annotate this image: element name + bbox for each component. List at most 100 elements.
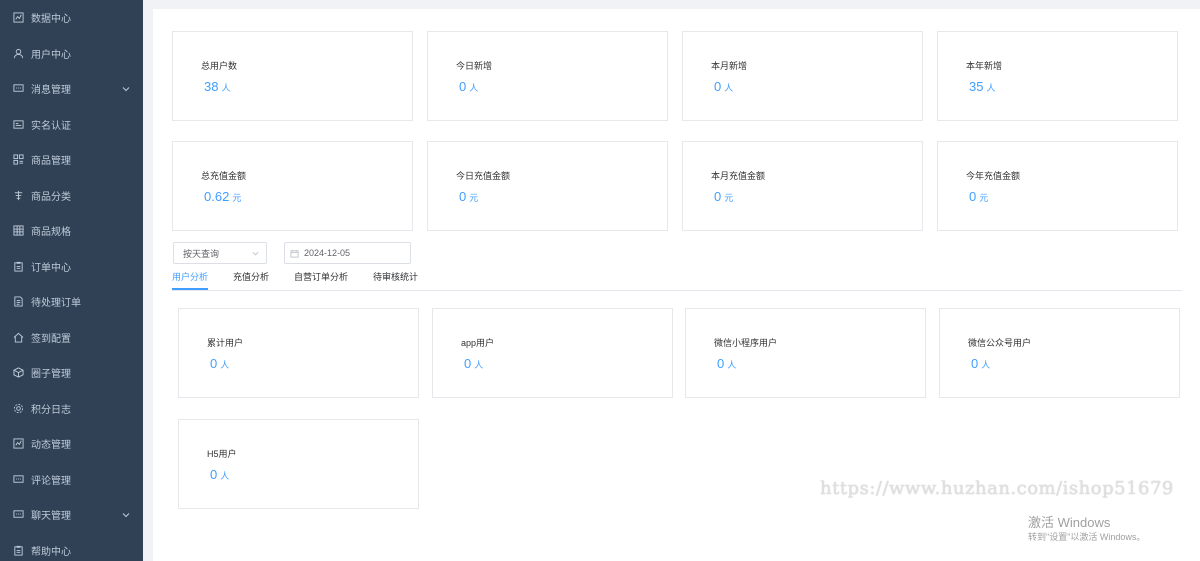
sidebar-item-label: 聊天管理 [31, 511, 71, 523]
analysis-tabs: 用户分析 充值分析 自营订单分析 待审核统计 [172, 270, 1182, 291]
sidebar-item-product-management[interactable]: 商品管理 [0, 142, 143, 178]
stat-card-total-users: 总用户数 38 人 [172, 31, 413, 121]
date-value: 2024-12-05 [304, 248, 351, 258]
stat-value: 35 人 [969, 79, 996, 94]
category-icon [12, 189, 24, 201]
stat-label: 总用户数 [201, 61, 238, 71]
watermark: https://www.huzhan.com/ishop51679 [820, 478, 1174, 499]
table-icon [12, 225, 24, 237]
tab-user-analysis[interactable]: 用户分析 [172, 270, 209, 290]
stat-value: 0人 [210, 467, 230, 482]
query-mode-select[interactable]: 按天查询 [173, 242, 267, 264]
stat-value: 0元 [969, 189, 989, 204]
stat-label: 今年充值金额 [966, 171, 1021, 181]
sidebar-item-chat-management[interactable]: 聊天管理 [0, 497, 143, 533]
gear-icon [12, 402, 24, 414]
clipboard-icon [12, 544, 24, 556]
stat-value: 0人 [459, 79, 479, 94]
stat-value: 0人 [210, 356, 230, 371]
user-card-h5: H5用户 0人 [178, 419, 419, 509]
windows-activation-hint: 转到"设置"以激活 Windows。 [1028, 532, 1146, 542]
sidebar-item-label: 消息管理 [31, 85, 71, 97]
grid-icon [12, 154, 24, 166]
stat-value: 38 人 [204, 79, 231, 94]
sidebar-item-comment-management[interactable]: 评论管理 [0, 462, 143, 498]
chevron-down-icon [122, 86, 130, 91]
clipboard-icon [12, 260, 24, 272]
sidebar-item-label: 订单中心 [31, 262, 71, 274]
sidebar-item-label: 动态管理 [31, 440, 71, 452]
stat-card-month-new: 本月新增 0人 [682, 31, 923, 121]
sidebar-item-checkin-config[interactable]: 签到配置 [0, 320, 143, 356]
stat-label: 本月新增 [711, 61, 748, 71]
tab-pending-review-stats[interactable]: 待审核统计 [373, 270, 418, 290]
stat-label: 今日新增 [456, 61, 493, 71]
stat-value: 0人 [714, 79, 734, 94]
stat-label: 本月充值金额 [711, 171, 766, 181]
sidebar: 数据中心 用户中心 消息管理 实名认证 商品管理 商品分类 商品规格 订单中心 … [0, 0, 143, 561]
user-card-wechat-miniprogram: 微信小程序用户 0人 [685, 308, 926, 398]
stat-label: app用户 [461, 338, 495, 348]
tab-recharge-analysis[interactable]: 充值分析 [233, 270, 269, 290]
message-icon [12, 473, 24, 485]
sidebar-item-user-center[interactable]: 用户中心 [0, 36, 143, 72]
home-icon [12, 331, 24, 343]
sidebar-item-label: 积分日志 [31, 404, 71, 416]
stat-card-year-new: 本年新增 35 人 [937, 31, 1178, 121]
sidebar-item-label: 商品管理 [31, 156, 71, 168]
id-card-icon [12, 118, 24, 130]
cube-icon [12, 367, 24, 379]
sidebar-item-product-category[interactable]: 商品分类 [0, 178, 143, 214]
sidebar-item-data-center[interactable]: 数据中心 [0, 0, 143, 36]
stat-label: 累计用户 [207, 338, 244, 348]
stat-card-year-recharge: 今年充值金额 0元 [937, 141, 1178, 231]
stat-label: 微信小程序用户 [714, 338, 778, 348]
sidebar-item-label: 评论管理 [31, 475, 71, 487]
message-icon [12, 83, 24, 95]
stat-label: 微信公众号用户 [968, 338, 1032, 348]
sidebar-item-real-name-auth[interactable]: 实名认证 [0, 107, 143, 143]
calendar-icon [290, 249, 299, 258]
sidebar-item-label: 待处理订单 [31, 298, 81, 310]
chart-icon [12, 12, 24, 24]
sidebar-item-message-management[interactable]: 消息管理 [0, 71, 143, 107]
sidebar-item-circle-management[interactable]: 圈子管理 [0, 355, 143, 391]
sidebar-item-points-log[interactable]: 积分日志 [0, 391, 143, 427]
stat-value: 0人 [717, 356, 737, 371]
document-icon [12, 296, 24, 308]
stat-label: 总充值金额 [201, 171, 247, 181]
chart-icon [12, 438, 24, 450]
sidebar-item-label: 实名认证 [31, 120, 71, 132]
tab-self-order-analysis[interactable]: 自营订单分析 [294, 270, 348, 290]
windows-activation-title: 激活 Windows [1028, 515, 1111, 530]
stat-label: 今日充值金额 [456, 171, 511, 181]
stat-value: 0人 [971, 356, 991, 371]
stat-card-today-new: 今日新增 0人 [427, 31, 668, 121]
sidebar-item-label: 商品规格 [31, 227, 71, 239]
message-icon [12, 509, 24, 521]
chevron-down-icon [122, 512, 130, 517]
stat-value: 0元 [459, 189, 479, 204]
sidebar-item-label: 用户中心 [31, 49, 71, 61]
stat-value: 0.62 元 [204, 189, 242, 204]
stat-card-today-recharge: 今日充值金额 0元 [427, 141, 668, 231]
sidebar-item-label: 商品分类 [31, 191, 71, 203]
stat-label: H5用户 [207, 449, 237, 459]
date-picker[interactable]: 2024-12-05 [284, 242, 411, 264]
main-content: 总用户数 38 人 今日新增 0人 本月新增 0人 本年新增 35 人 总充值金额 … [153, 9, 1200, 561]
stat-label: 本年新增 [966, 61, 1003, 71]
sidebar-item-order-center[interactable]: 订单中心 [0, 249, 143, 285]
user-card-app: app用户 0人 [432, 308, 673, 398]
sidebar-item-product-spec[interactable]: 商品规格 [0, 213, 143, 249]
sidebar-item-pending-orders[interactable]: 待处理订单 [0, 284, 143, 320]
user-icon [12, 47, 24, 59]
user-card-cumulative: 累计用户 0人 [178, 308, 419, 398]
sidebar-item-label: 数据中心 [31, 14, 71, 26]
chevron-down-icon [252, 251, 259, 256]
sidebar-item-label: 签到配置 [31, 333, 71, 345]
sidebar-item-feed-management[interactable]: 动态管理 [0, 426, 143, 462]
user-card-wechat-official: 微信公众号用户 0人 [939, 308, 1180, 398]
sidebar-item-help-center[interactable]: 帮助中心 [0, 533, 143, 561]
sidebar-item-label: 帮助中心 [31, 546, 71, 558]
stat-value: 0人 [464, 356, 484, 371]
